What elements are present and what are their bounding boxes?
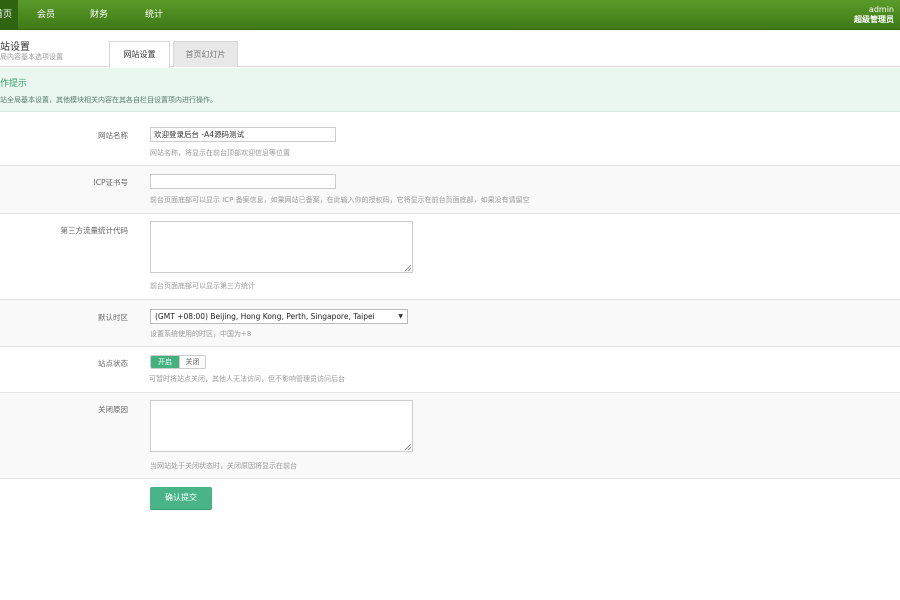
close-reason-textarea[interactable]	[150, 400, 413, 452]
tips-box: 操作提示 网站全局基本设置，其他模块相关内容在其各自栏目设置项内进行操作。	[0, 68, 900, 112]
site-status-hint: 可暂时将站点关闭，其他人无法访问，但不影响管理员访问后台	[149, 375, 345, 383]
form-row-close-reason: 关闭原因 当网站处于关闭状态时，关闭原因将显示在前台	[0, 393, 900, 479]
form-row-stats-code: 第三方流量统计代码 前台页面底部可以显示第三方统计	[0, 214, 900, 300]
nav-item-finance[interactable]: 财务	[90, 0, 108, 30]
top-navbar: 首页 会员 财务 统计 admin 超级管理员	[0, 0, 900, 30]
icp-label: ICP证书号	[93, 178, 128, 187]
site-status-label: 站点状态	[98, 359, 128, 368]
tips-text: 网站全局基本设置，其他模块相关内容在其各自栏目设置项内进行操作。	[0, 96, 217, 104]
site-name-label: 网站名称	[98, 131, 128, 140]
form-row-site-status: 站点状态 开启 关闭 可暂时将站点关闭，其他人无法访问，但不影响管理员访问后台	[0, 347, 900, 393]
form-row-icp: ICP证书号 前台页面底部可以显示 ICP 备案信息，如果网站已备案，在此输入你…	[0, 166, 900, 214]
user-name: admin	[868, 5, 894, 14]
stats-code-textarea[interactable]	[150, 221, 413, 273]
icp-hint: 前台页面底部可以显示 ICP 备案信息，如果网站已备案，在此输入你的授权码，它将…	[150, 196, 530, 204]
site-status-toggle[interactable]: 开启 关闭	[150, 355, 206, 369]
nav-item-stats[interactable]: 统计	[145, 0, 163, 30]
form-row-timezone: 默认时区 (GMT +08:00) Beijing, Hong Kong, Pe…	[0, 300, 900, 347]
close-reason-hint: 当网站处于关闭状态时，关闭原因将显示在前台	[150, 462, 297, 470]
user-role: 超级管理员	[854, 15, 894, 24]
submit-button[interactable]: 确认提交	[150, 487, 212, 509]
timezone-hint: 设置系统使用的时区，中国为+8	[150, 330, 252, 338]
timezone-label: 默认时区	[98, 313, 128, 322]
timezone-select[interactable]: (GMT +08:00) Beijing, Hong Kong, Perth, …	[150, 309, 408, 324]
close-reason-label: 关闭原因	[98, 405, 128, 414]
site-name-hint: 网站名称，将显示在前台顶部欢迎信息等位置	[150, 149, 290, 157]
site-name-input[interactable]: 欢迎登录后台 -A4源码测试	[150, 127, 336, 142]
nav-item-home[interactable]: 首页	[0, 0, 18, 30]
status-off-option[interactable]: 关闭	[179, 356, 205, 368]
tips-title: 操作提示	[0, 79, 28, 89]
form-row-site-name: 网站名称 欢迎登录后台 -A4源码测试 网站名称，将显示在前台顶部欢迎信息等位置	[0, 112, 900, 166]
nav-item-members[interactable]: 会员	[37, 0, 55, 30]
icp-input[interactable]	[150, 174, 336, 189]
page-subtitle: 网站全局内容基本选项设置	[0, 53, 63, 61]
resize-grip-icon[interactable]	[405, 444, 411, 450]
resize-grip-icon[interactable]	[405, 265, 411, 271]
timezone-selected-value: (GMT +08:00) Beijing, Hong Kong, Perth, …	[155, 312, 375, 321]
status-on-option[interactable]: 开启	[151, 356, 179, 368]
tab-home-slides[interactable]: 首页幻灯片	[173, 41, 238, 67]
page-header: 网站设置 网站全局内容基本选项设置 网站设置 首页幻灯片	[0, 31, 900, 68]
dropdown-arrow-icon: ▼	[398, 313, 403, 320]
page-title: 网站设置	[0, 42, 30, 53]
stats-code-hint: 前台页面底部可以显示第三方统计	[150, 282, 255, 290]
user-menu[interactable]: admin 超级管理员	[854, 5, 894, 25]
stats-code-label: 第三方流量统计代码	[60, 226, 129, 235]
tab-site-settings[interactable]: 网站设置	[109, 41, 170, 68]
